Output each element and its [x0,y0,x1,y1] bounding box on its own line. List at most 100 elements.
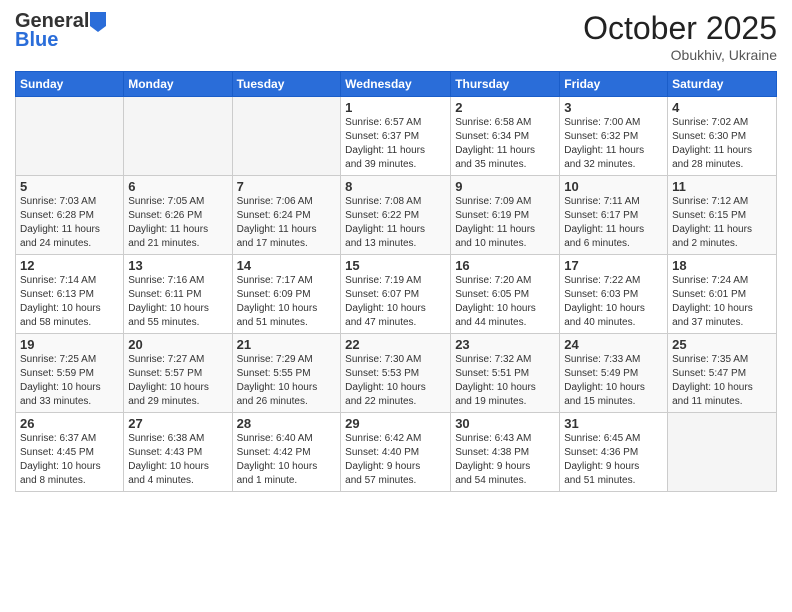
day-number: 20 [128,337,227,352]
day-number: 21 [237,337,337,352]
day-number: 1 [345,100,446,115]
day-number: 25 [672,337,772,352]
subtitle: Obukhiv, Ukraine [583,47,777,63]
table-row: 29Sunrise: 6:42 AM Sunset: 4:40 PM Dayli… [341,413,451,492]
day-number: 22 [345,337,446,352]
day-number: 2 [455,100,555,115]
day-info: Sunrise: 6:42 AM Sunset: 4:40 PM Dayligh… [345,432,446,488]
page-container: General Blue October 2025 Obukhiv, Ukrai… [0,0,792,497]
day-number: 28 [237,416,337,431]
day-number: 24 [564,337,663,352]
day-info: Sunrise: 7:16 AM Sunset: 6:11 PM Dayligh… [128,274,227,330]
day-number: 9 [455,179,555,194]
day-info: Sunrise: 7:25 AM Sunset: 5:59 PM Dayligh… [20,353,119,409]
table-row: 27Sunrise: 6:38 AM Sunset: 4:43 PM Dayli… [124,413,232,492]
table-row: 17Sunrise: 7:22 AM Sunset: 6:03 PM Dayli… [560,255,668,334]
day-number: 5 [20,179,119,194]
header-thursday: Thursday [451,72,560,97]
day-number: 7 [237,179,337,194]
calendar-week-row: 12Sunrise: 7:14 AM Sunset: 6:13 PM Dayli… [16,255,777,334]
day-number: 23 [455,337,555,352]
table-row: 14Sunrise: 7:17 AM Sunset: 6:09 PM Dayli… [232,255,341,334]
header-friday: Friday [560,72,668,97]
table-row: 9Sunrise: 7:09 AM Sunset: 6:19 PM Daylig… [451,176,560,255]
day-info: Sunrise: 6:43 AM Sunset: 4:38 PM Dayligh… [455,432,555,488]
table-row: 23Sunrise: 7:32 AM Sunset: 5:51 PM Dayli… [451,334,560,413]
month-title: October 2025 [583,10,777,47]
table-row: 26Sunrise: 6:37 AM Sunset: 4:45 PM Dayli… [16,413,124,492]
table-row: 15Sunrise: 7:19 AM Sunset: 6:07 PM Dayli… [341,255,451,334]
day-info: Sunrise: 7:32 AM Sunset: 5:51 PM Dayligh… [455,353,555,409]
table-row: 5Sunrise: 7:03 AM Sunset: 6:28 PM Daylig… [16,176,124,255]
day-info: Sunrise: 7:05 AM Sunset: 6:26 PM Dayligh… [128,195,227,251]
day-number: 19 [20,337,119,352]
table-row [232,97,341,176]
table-row: 28Sunrise: 6:40 AM Sunset: 4:42 PM Dayli… [232,413,341,492]
day-info: Sunrise: 7:08 AM Sunset: 6:22 PM Dayligh… [345,195,446,251]
table-row: 21Sunrise: 7:29 AM Sunset: 5:55 PM Dayli… [232,334,341,413]
day-number: 3 [564,100,663,115]
day-number: 18 [672,258,772,273]
day-number: 14 [237,258,337,273]
day-info: Sunrise: 7:30 AM Sunset: 5:53 PM Dayligh… [345,353,446,409]
day-info: Sunrise: 7:20 AM Sunset: 6:05 PM Dayligh… [455,274,555,330]
table-row: 12Sunrise: 7:14 AM Sunset: 6:13 PM Dayli… [16,255,124,334]
calendar-week-row: 19Sunrise: 7:25 AM Sunset: 5:59 PM Dayli… [16,334,777,413]
table-row: 31Sunrise: 6:45 AM Sunset: 4:36 PM Dayli… [560,413,668,492]
calendar-table: Sunday Monday Tuesday Wednesday Thursday… [15,71,777,492]
day-info: Sunrise: 7:24 AM Sunset: 6:01 PM Dayligh… [672,274,772,330]
header-wednesday: Wednesday [341,72,451,97]
day-number: 27 [128,416,227,431]
calendar-week-row: 1Sunrise: 6:57 AM Sunset: 6:37 PM Daylig… [16,97,777,176]
day-info: Sunrise: 7:00 AM Sunset: 6:32 PM Dayligh… [564,116,663,172]
day-number: 15 [345,258,446,273]
table-row [16,97,124,176]
day-info: Sunrise: 7:12 AM Sunset: 6:15 PM Dayligh… [672,195,772,251]
day-info: Sunrise: 7:27 AM Sunset: 5:57 PM Dayligh… [128,353,227,409]
day-info: Sunrise: 7:11 AM Sunset: 6:17 PM Dayligh… [564,195,663,251]
table-row: 2Sunrise: 6:58 AM Sunset: 6:34 PM Daylig… [451,97,560,176]
day-number: 10 [564,179,663,194]
day-info: Sunrise: 7:17 AM Sunset: 6:09 PM Dayligh… [237,274,337,330]
table-row: 30Sunrise: 6:43 AM Sunset: 4:38 PM Dayli… [451,413,560,492]
table-row: 19Sunrise: 7:25 AM Sunset: 5:59 PM Dayli… [16,334,124,413]
table-row: 25Sunrise: 7:35 AM Sunset: 5:47 PM Dayli… [668,334,777,413]
day-info: Sunrise: 6:37 AM Sunset: 4:45 PM Dayligh… [20,432,119,488]
day-info: Sunrise: 6:58 AM Sunset: 6:34 PM Dayligh… [455,116,555,172]
table-row: 24Sunrise: 7:33 AM Sunset: 5:49 PM Dayli… [560,334,668,413]
day-info: Sunrise: 7:03 AM Sunset: 6:28 PM Dayligh… [20,195,119,251]
day-info: Sunrise: 7:35 AM Sunset: 5:47 PM Dayligh… [672,353,772,409]
header-sunday: Sunday [16,72,124,97]
day-number: 6 [128,179,227,194]
table-row: 3Sunrise: 7:00 AM Sunset: 6:32 PM Daylig… [560,97,668,176]
day-number: 31 [564,416,663,431]
header: General Blue October 2025 Obukhiv, Ukrai… [15,10,777,63]
calendar-week-row: 5Sunrise: 7:03 AM Sunset: 6:28 PM Daylig… [16,176,777,255]
day-number: 17 [564,258,663,273]
table-row: 10Sunrise: 7:11 AM Sunset: 6:17 PM Dayli… [560,176,668,255]
calendar-header-row: Sunday Monday Tuesday Wednesday Thursday… [16,72,777,97]
day-info: Sunrise: 7:29 AM Sunset: 5:55 PM Dayligh… [237,353,337,409]
day-number: 26 [20,416,119,431]
table-row: 20Sunrise: 7:27 AM Sunset: 5:57 PM Dayli… [124,334,232,413]
day-info: Sunrise: 7:22 AM Sunset: 6:03 PM Dayligh… [564,274,663,330]
table-row: 4Sunrise: 7:02 AM Sunset: 6:30 PM Daylig… [668,97,777,176]
table-row: 22Sunrise: 7:30 AM Sunset: 5:53 PM Dayli… [341,334,451,413]
title-block: October 2025 Obukhiv, Ukraine [583,10,777,63]
day-number: 16 [455,258,555,273]
table-row: 18Sunrise: 7:24 AM Sunset: 6:01 PM Dayli… [668,255,777,334]
table-row: 7Sunrise: 7:06 AM Sunset: 6:24 PM Daylig… [232,176,341,255]
table-row: 11Sunrise: 7:12 AM Sunset: 6:15 PM Dayli… [668,176,777,255]
day-info: Sunrise: 7:14 AM Sunset: 6:13 PM Dayligh… [20,274,119,330]
table-row [668,413,777,492]
day-number: 4 [672,100,772,115]
day-number: 8 [345,179,446,194]
table-row: 6Sunrise: 7:05 AM Sunset: 6:26 PM Daylig… [124,176,232,255]
table-row: 16Sunrise: 7:20 AM Sunset: 6:05 PM Dayli… [451,255,560,334]
day-info: Sunrise: 7:06 AM Sunset: 6:24 PM Dayligh… [237,195,337,251]
table-row: 13Sunrise: 7:16 AM Sunset: 6:11 PM Dayli… [124,255,232,334]
day-info: Sunrise: 6:45 AM Sunset: 4:36 PM Dayligh… [564,432,663,488]
day-info: Sunrise: 7:19 AM Sunset: 6:07 PM Dayligh… [345,274,446,330]
table-row [124,97,232,176]
day-number: 30 [455,416,555,431]
